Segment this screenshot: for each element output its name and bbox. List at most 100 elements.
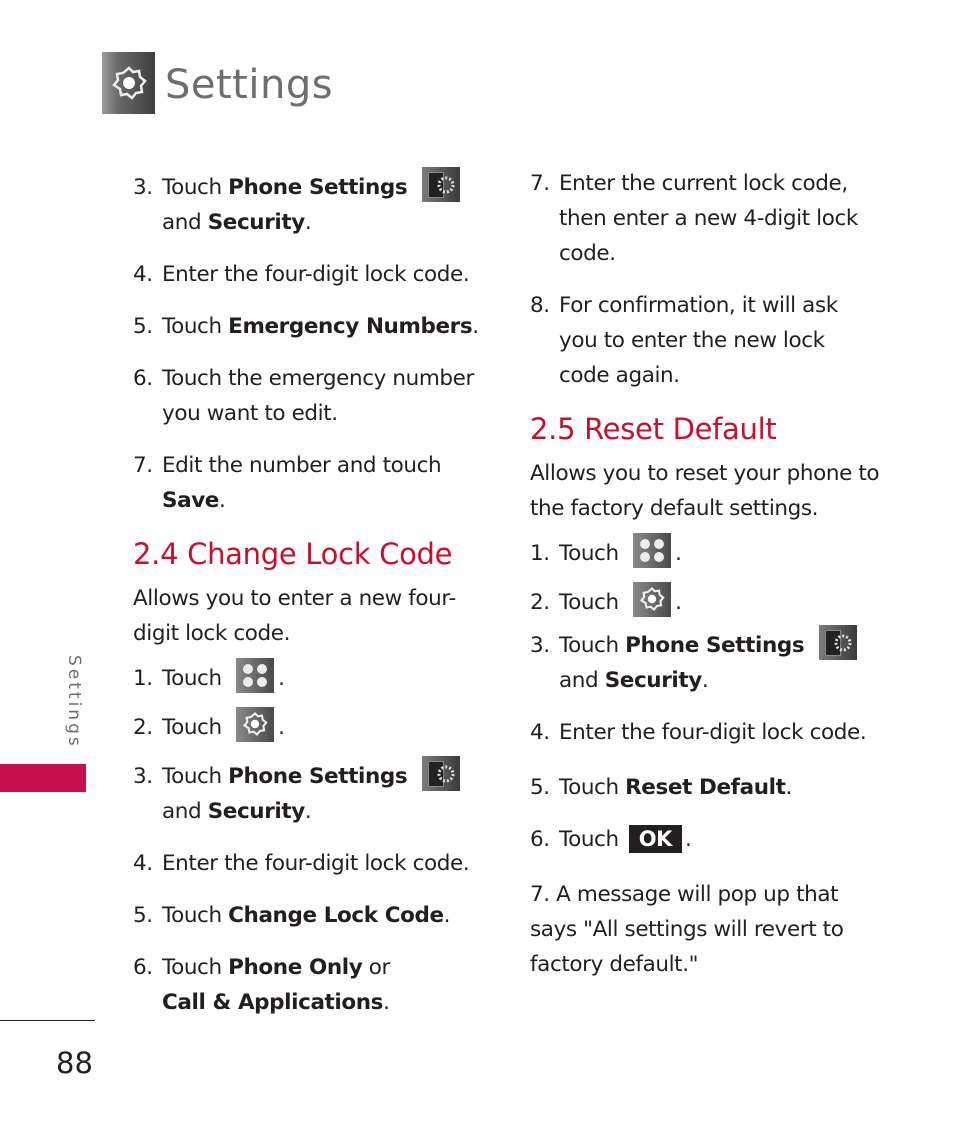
step-text: Edit the number and touch: [162, 453, 442, 478]
step-number: 6.: [133, 366, 153, 391]
step-bold-text: Security: [207, 799, 306, 824]
page-title: Settings: [165, 62, 334, 108]
footer-rule: [0, 1020, 95, 1021]
phone-settings-icon: [818, 624, 857, 660]
step-text: Touch: [559, 590, 619, 615]
punctuation: .: [278, 715, 285, 740]
list-item: 6. Touch OK.: [530, 822, 880, 857]
step-bold-text: Phone Only: [228, 955, 363, 980]
step-bold-text: Security: [604, 668, 703, 693]
step-text: Touch: [559, 633, 626, 658]
step-text: Touch: [162, 715, 222, 740]
step-number: 3.: [530, 633, 550, 658]
step-text: Touch the emergency number you want to e…: [162, 366, 474, 426]
step-number: 3.: [133, 764, 153, 789]
step-bold-text: Change Lock Code: [228, 903, 444, 928]
settings-gear-icon: [633, 581, 672, 617]
list-item: 4. Enter the four-digit lock code.: [530, 715, 880, 750]
list-item: 6. Touch Phone Only or Call & Applicatio…: [133, 950, 483, 1020]
list-item: 5. Touch Emergency Numbers.: [133, 309, 483, 344]
list-item: 4. Enter the four-digit lock code.: [133, 257, 483, 292]
list-item: 5. Touch Reset Default.: [530, 770, 880, 805]
page-header: Settings: [102, 52, 333, 114]
list-item: 7. Enter the current lock code, then ent…: [530, 166, 880, 271]
step-number: 8.: [530, 293, 550, 318]
list-item: 6. Touch the emergency number you want t…: [133, 361, 483, 431]
list-item: 4. Enter the four-digit lock code.: [133, 846, 483, 881]
list-item: 3. Touch Phone Settings and Security.: [133, 166, 483, 240]
step-bold-text: Phone Settings: [228, 764, 408, 789]
step-number: 4.: [133, 851, 153, 876]
section-intro: Allows you to enter a new four-digit loc…: [133, 586, 456, 646]
step-number: 2.: [133, 715, 153, 740]
step-text: Touch: [559, 541, 619, 566]
list-item: 2. Touch .: [133, 706, 483, 745]
step-number: 5.: [530, 775, 550, 800]
page-number: 88: [56, 1046, 93, 1080]
phone-settings-icon: [421, 755, 460, 791]
step-number: 7.: [133, 453, 153, 478]
side-tab-label: Settings: [64, 655, 84, 749]
step-number: 5.: [133, 314, 153, 339]
list-item: 1. Touch .: [530, 532, 880, 571]
list-item: 7. A message will pop up that says "All …: [530, 877, 880, 982]
step-text: Touch: [162, 314, 229, 339]
step-text: Touch: [162, 903, 229, 928]
step-bold-text: Phone Settings: [228, 175, 408, 200]
step-text: For confirmation, it will ask you to ent…: [559, 293, 838, 388]
left-column: 3. Touch Phone Settings and Security. 4.…: [133, 166, 483, 1037]
step-number: 1.: [530, 541, 550, 566]
step-text: Touch: [162, 666, 222, 691]
punctuation: .: [472, 314, 479, 339]
step-bold-text: Save: [162, 488, 219, 513]
step-text: Touch: [559, 775, 626, 800]
step-number: 1.: [133, 666, 153, 691]
step-number: 6.: [530, 827, 550, 852]
step-text: and: [162, 210, 208, 235]
punctuation: .: [785, 775, 792, 800]
step-text: and: [162, 799, 208, 824]
step-number: 4.: [530, 720, 550, 745]
step-text: Touch: [162, 175, 229, 200]
list-item: 3. Touch Phone Settings and Security.: [133, 755, 483, 829]
side-tab-marker: [0, 764, 86, 792]
settings-gear-icon: [102, 52, 155, 114]
step-bold-text: Phone Settings: [625, 633, 805, 658]
list-item: 2. Touch .: [530, 581, 880, 620]
step-bold-text: Security: [207, 210, 306, 235]
punctuation: .: [443, 903, 451, 928]
list-item: 7. Edit the number and touch Save.: [133, 448, 483, 518]
step-bold-text: Reset Default: [625, 775, 786, 800]
step-number: 2.: [530, 590, 550, 615]
step-text: Touch: [162, 764, 229, 789]
step-text: Enter the four-digit lock code.: [162, 851, 470, 876]
list-item: 3. Touch Phone Settings and Security.: [530, 624, 880, 698]
punctuation: .: [675, 590, 682, 615]
punctuation: .: [383, 990, 390, 1015]
step-text: or: [362, 955, 391, 980]
step-text: Enter the four-digit lock code.: [559, 720, 867, 745]
step-number: 7.: [530, 882, 550, 907]
step-text: Touch: [162, 955, 229, 980]
punctuation: .: [304, 210, 312, 235]
punctuation: .: [685, 827, 692, 852]
step-text: Touch: [559, 827, 619, 852]
settings-gear-icon: [236, 706, 275, 742]
list-item: 5. Touch Change Lock Code.: [133, 898, 483, 933]
punctuation: .: [675, 541, 682, 566]
section-title-change-lock-code: 2.4 Change Lock Code: [133, 537, 453, 571]
step-text: and: [559, 668, 605, 693]
step-number: 7.: [530, 171, 550, 196]
punctuation: .: [278, 666, 285, 691]
list-item: 8. For confirmation, it will ask you to …: [530, 288, 880, 393]
phone-settings-icon: [421, 166, 460, 202]
step-text: A message will pop up that says "All set…: [530, 882, 844, 977]
step-number: 5.: [133, 903, 153, 928]
step-number: 4.: [133, 262, 153, 287]
ok-button-icon: OK: [628, 825, 683, 853]
step-number: 6.: [133, 955, 153, 980]
menu-grid-icon: [236, 657, 275, 693]
step-text: Enter the four-digit lock code.: [162, 262, 470, 287]
section-intro: Allows you to reset your phone to the fa…: [530, 461, 880, 521]
step-bold-text: Call & Applications: [162, 990, 384, 1015]
